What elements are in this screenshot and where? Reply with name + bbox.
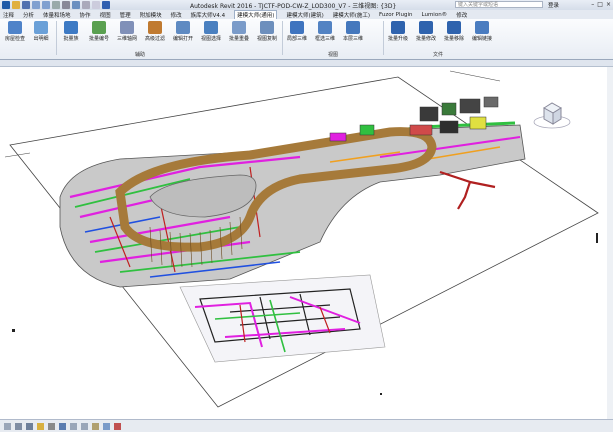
edit-open-icon: [176, 21, 190, 34]
tab-modeling-general[interactable]: 建模大师(通用): [234, 10, 278, 19]
tab-manage[interactable]: 管理: [120, 11, 131, 19]
visual-style-icon[interactable]: [26, 422, 33, 430]
tab-fuzor[interactable]: Fuzor Plugin: [379, 12, 412, 18]
tab-massing[interactable]: 体量和场地: [43, 11, 71, 19]
box-3d-icon: [318, 21, 332, 34]
vertical-scrollbar[interactable]: [607, 67, 613, 419]
tab-modeling-construction[interactable]: 建模大师(施工): [333, 11, 370, 19]
batch-family-icon: [64, 21, 78, 34]
panel-label-assist: 辅助: [135, 52, 146, 58]
render-icon[interactable]: [59, 422, 66, 430]
panel-label-view: 视图: [328, 52, 339, 58]
save-icon[interactable]: [22, 1, 30, 9]
undo-icon[interactable]: [32, 1, 40, 9]
modify-icon: [419, 21, 433, 34]
search-input[interactable]: 键入关键字或短语: [455, 1, 543, 8]
upgrade-icon: [391, 21, 405, 34]
tab-modify[interactable]: 修改: [171, 11, 182, 19]
redo-icon[interactable]: [42, 1, 50, 9]
batch-upgrade-button[interactable]: 批量升级: [385, 21, 411, 42]
show-crop-icon[interactable]: [81, 422, 88, 430]
revit-logo-icon[interactable]: [2, 1, 10, 9]
measure-icon[interactable]: [52, 1, 60, 9]
view-copy-button[interactable]: 视图复制: [254, 21, 280, 42]
local-3d-button[interactable]: 局部三维: [284, 21, 310, 42]
batch-overlap-button[interactable]: 批量重叠: [226, 21, 252, 42]
temporary-hide-icon[interactable]: [103, 422, 110, 430]
schedule-icon: [34, 21, 48, 34]
red-ramp: [439, 170, 496, 210]
view-tab-strip: [0, 60, 613, 67]
schedule-button[interactable]: 出明细: [28, 21, 54, 42]
sun-path-icon[interactable]: [37, 422, 44, 430]
remove-icon: [447, 21, 461, 34]
crop-view-icon[interactable]: [70, 422, 77, 430]
house-check-button[interactable]: 房屋检查: [2, 21, 28, 42]
view-select-icon: [204, 21, 218, 34]
view-copy-icon: [260, 21, 274, 34]
tab-collaborate[interactable]: 协作: [80, 11, 91, 19]
tab-modeling-architecture[interactable]: 建模大师(建筑): [286, 11, 323, 19]
grid-icon: [120, 21, 134, 34]
3d-grid-button[interactable]: 三维轴网: [114, 21, 140, 42]
quick-access-toolbar: [2, 1, 110, 9]
section-icon[interactable]: [82, 1, 90, 9]
batch-modify-button[interactable]: 批量修改: [413, 21, 439, 42]
default-3d-view-icon[interactable]: [72, 1, 80, 9]
tab-addins[interactable]: 附加模块: [140, 11, 162, 19]
lock-view-icon[interactable]: [92, 422, 99, 430]
advanced-filter-button[interactable]: 高级过滤: [142, 21, 168, 42]
open-icon[interactable]: [12, 1, 20, 9]
detail-level-icon[interactable]: [15, 422, 22, 430]
current-level-3d-button[interactable]: 本层三维: [340, 21, 366, 42]
tab-modify-2[interactable]: 修改: [456, 11, 467, 19]
close-icon[interactable]: ×: [606, 1, 611, 8]
batch-family-button[interactable]: 批量族: [58, 21, 84, 42]
batch-numbering-button[interactable]: 批量编号: [86, 21, 112, 42]
shadows-icon[interactable]: [48, 422, 55, 430]
view-control-bar: [0, 419, 613, 432]
switch-windows-icon[interactable]: [102, 1, 110, 9]
numbering-icon: [92, 21, 106, 34]
lower-level-floor: [179, 274, 386, 363]
edit-open-button[interactable]: 编辑打开: [170, 21, 196, 42]
tab-analyze[interactable]: 分析: [23, 11, 34, 19]
filter-icon: [148, 21, 162, 34]
tab-family-master[interactable]: 族库大师V4.4: [191, 11, 226, 19]
local-3d-icon: [290, 21, 304, 34]
scale-icon[interactable]: [4, 422, 11, 430]
tab-view[interactable]: 视图: [100, 11, 111, 19]
text-icon[interactable]: [62, 1, 70, 9]
box-select-3d-button[interactable]: 框选三维: [312, 21, 338, 42]
tab-lumion[interactable]: Lumion®: [421, 12, 447, 18]
overlap-icon: [232, 21, 246, 34]
view-select-button[interactable]: 视图选择: [198, 21, 224, 42]
link-icon: [475, 21, 489, 34]
thin-lines-icon[interactable]: [92, 1, 100, 9]
login-link[interactable]: 登录: [548, 1, 559, 9]
batch-remove-button[interactable]: 批量移除: [441, 21, 467, 42]
level-3d-icon: [346, 21, 360, 34]
window-controls: – □ ×: [591, 1, 611, 8]
panel-label-file: 文件: [433, 52, 444, 58]
edit-link-button[interactable]: 编辑链接: [469, 21, 495, 42]
building-model-render: [4, 70, 599, 408]
3d-viewport[interactable]: [0, 67, 613, 419]
ribbon-panel: 房屋检查 出明细 批量族 批量编号 三维轴网 高级过滤 编辑打开 视图选择 批量…: [0, 19, 613, 60]
tab-annotate[interactable]: 注释: [3, 11, 14, 19]
house-check-icon: [8, 21, 22, 34]
reveal-hidden-icon[interactable]: [114, 422, 121, 430]
view-cube[interactable]: [533, 102, 571, 129]
minimize-icon[interactable]: –: [591, 1, 594, 8]
maximize-icon[interactable]: □: [597, 1, 603, 8]
window-title: Autodesk Revit 2016 - TJCTF-POD-CW-Z_LOD…: [190, 3, 397, 10]
